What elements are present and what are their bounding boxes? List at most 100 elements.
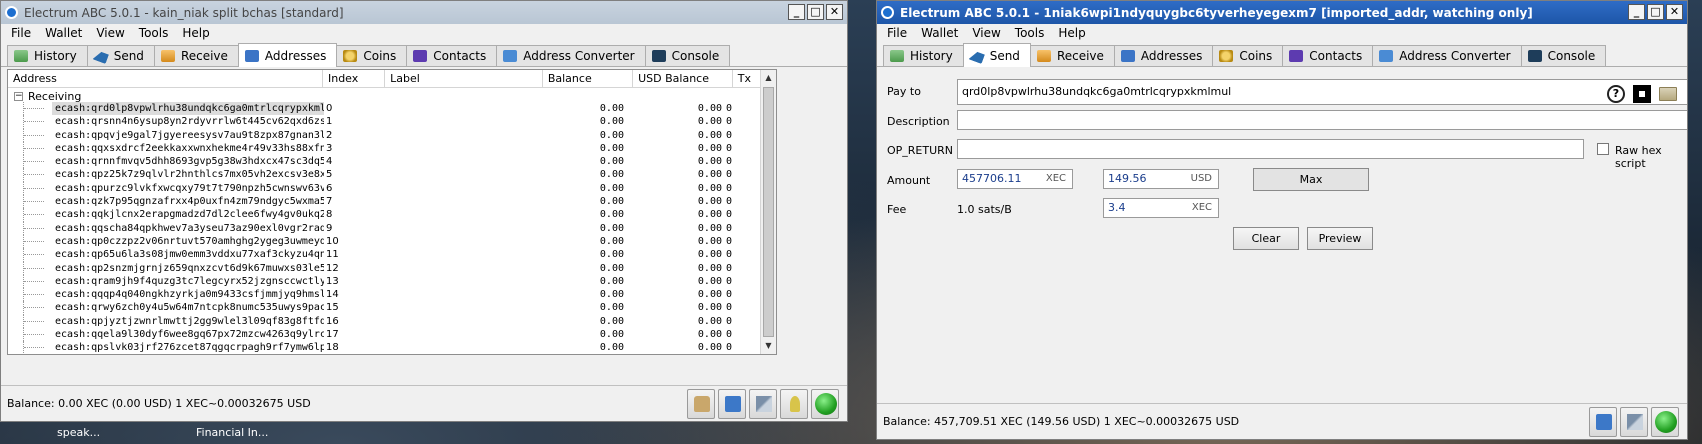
address-list[interactable]: Address Index Label Balance USD Balance … — [7, 69, 777, 355]
menu-view[interactable]: View — [966, 26, 1008, 40]
close-button[interactable]: ✕ — [826, 4, 843, 20]
tab-contacts[interactable]: Contacts — [406, 45, 498, 66]
pay-to-input[interactable]: qrd0lp8vpwlrhu38undqkc6ga0mtrlcqrypxkmlm… — [957, 79, 1687, 105]
minimize-button[interactable]: _ — [1628, 4, 1645, 20]
op-return-input[interactable] — [957, 139, 1584, 159]
amount-xec-unit: XEC — [1045, 173, 1066, 184]
amount-xec-input[interactable]: 457706.11 XEC — [957, 169, 1073, 189]
menu-bar: File Wallet View Tools Help — [877, 24, 1687, 42]
tx-count-cell: 0 — [726, 302, 733, 314]
address-row[interactable]: ecash:qp2snzmjgrnjz659qnxzcvt6d9k67muwxs… — [8, 261, 762, 275]
address-row[interactable]: ecash:qqscha84qpkhwev7a3yseu73az90exl0vg… — [8, 221, 762, 235]
network-status-icon[interactable] — [1651, 407, 1679, 437]
column-header-usd-balance[interactable]: USD Balance — [633, 70, 733, 88]
tab-send[interactable]: Send — [86, 45, 155, 66]
clear-button[interactable]: Clear — [1233, 227, 1299, 250]
collapse-toggle[interactable]: − — [14, 91, 23, 101]
address-row[interactable]: ecash:qrwy6zch0y4u5w64m7ntcpk8numc535uwy… — [8, 301, 762, 315]
address-row[interactable]: ecash:qqkjlcnx2erapgmadzd7dl2clee6fwy4gv… — [8, 208, 762, 222]
address-row[interactable]: ecash:qpqvje9gal7jgyereesysv7au9t8zpx87g… — [8, 128, 762, 142]
tools-icon[interactable] — [1620, 407, 1648, 437]
tx-count-cell: 0 — [726, 116, 733, 128]
menu-tools[interactable]: Tools — [1009, 26, 1053, 40]
minimize-button[interactable]: _ — [788, 4, 805, 20]
preview-button[interactable]: Preview — [1307, 227, 1373, 250]
taskbar-item[interactable]: speak... — [57, 426, 100, 439]
address-row[interactable]: ecash:qzk7p95qgnzafrxx4p0uxfn4zm79ndgyc5… — [8, 195, 762, 209]
usd-balance-cell: 0.00 — [697, 302, 722, 314]
description-input[interactable] — [957, 110, 1687, 130]
tab-coins[interactable]: Coins — [336, 45, 408, 66]
help-icon[interactable]: ? — [1607, 85, 1625, 103]
column-header-label[interactable]: Label — [385, 70, 543, 88]
scroll-down-arrow-icon[interactable]: ▼ — [761, 338, 776, 354]
tab-address-converter[interactable]: Address Converter — [1372, 45, 1522, 66]
tab-history[interactable]: History — [7, 45, 88, 66]
balance-cell: 0.00 — [599, 235, 624, 247]
usd-balance-cell: 0.00 — [697, 235, 722, 247]
address-row[interactable]: ecash:qram9jh9f4quzg3tc7legcyrx52jzgnscc… — [8, 274, 762, 289]
max-button[interactable]: Max — [1253, 168, 1369, 191]
address-row[interactable]: ecash:qpjyztjzwnrlmwttj2gg9wlel3l09qf83g… — [8, 314, 762, 329]
lock-icon[interactable] — [687, 389, 715, 419]
address-row[interactable]: ecash:qrnnfmvqv5dhh8693gvp5g38w3hdxcx47s… — [8, 155, 762, 169]
address-row[interactable]: ecash:qpz25k7z9qlvlr2hnthlcs7mx05vh2excs… — [8, 168, 762, 182]
usd-balance-cell: 0.00 — [697, 329, 722, 341]
tab-receive[interactable]: Receive — [153, 45, 239, 66]
taskbar-item[interactable]: Financial In... — [196, 426, 268, 439]
column-header-address[interactable]: Address — [8, 70, 323, 88]
fee-input[interactable]: 3.4 XEC — [1103, 198, 1219, 218]
menu-wallet[interactable]: Wallet — [915, 26, 966, 40]
raw-hex-checkbox[interactable] — [1597, 143, 1609, 155]
scroll-thumb[interactable] — [763, 87, 774, 337]
address-row[interactable]: ecash:qp65u6la3s08jmw0emm3vddxu77xaf3cky… — [8, 248, 762, 262]
tab-console[interactable]: Console — [1520, 45, 1607, 66]
tab-addresses[interactable]: Addresses — [1113, 45, 1214, 66]
maximize-button[interactable]: □ — [807, 4, 824, 20]
tab-contacts[interactable]: Contacts — [1282, 45, 1374, 66]
tab-address-converter[interactable]: Address Converter — [496, 45, 646, 66]
preferences-icon[interactable] — [718, 389, 746, 419]
column-header-index[interactable]: Index — [323, 70, 386, 88]
tab-history[interactable]: History — [883, 45, 964, 66]
electrum-logo-icon — [881, 6, 894, 19]
title-bar[interactable]: Electrum ABC 5.0.1 - kain_niak split bch… — [1, 1, 847, 24]
address-row[interactable]: ecash:qqxsxdrcf2eekkaxxwnxhekme4r49v33hs… — [8, 141, 762, 156]
tx-count-cell: 0 — [726, 103, 733, 114]
menu-help[interactable]: Help — [176, 26, 217, 40]
menu-wallet[interactable]: Wallet — [39, 26, 90, 40]
tools-icon[interactable] — [749, 389, 777, 419]
address-row[interactable]: ecash:qpurzc9lvkfxwcqxy79t7t790npzh5cwns… — [8, 181, 762, 196]
tab-send[interactable]: Send — [962, 43, 1031, 67]
tab-addresses[interactable]: Addresses — [237, 43, 338, 67]
address-row[interactable]: ecash:qqqp4q040ngkhzyrkja0m9433csfjmmjyq… — [8, 288, 762, 302]
qr-code-icon[interactable] — [1633, 85, 1651, 103]
column-header-balance[interactable]: Balance — [543, 70, 634, 88]
maximize-button[interactable]: □ — [1647, 4, 1664, 20]
close-button[interactable]: ✕ — [1666, 4, 1683, 20]
tab-coins[interactable]: Coins — [1212, 45, 1284, 66]
menu-view[interactable]: View — [90, 26, 132, 40]
seed-icon[interactable] — [780, 389, 808, 419]
tab-console[interactable]: Console — [644, 45, 731, 66]
network-status-icon[interactable] — [811, 389, 839, 419]
scroll-up-arrow-icon[interactable]: ▲ — [761, 70, 776, 86]
receiving-group-row[interactable]: − Receiving — [14, 90, 81, 103]
preferences-icon[interactable] — [1589, 407, 1617, 437]
send-icon — [968, 47, 986, 64]
amount-usd-input[interactable]: 149.56 USD — [1103, 169, 1219, 189]
menu-file[interactable]: File — [5, 26, 39, 40]
tab-bar: History Send Receive Addresses Coins Con… — [877, 43, 1687, 67]
address-row[interactable]: ecash:qpslvk03jrf276zcet87qgqcrpagh9rf7y… — [8, 341, 762, 354]
address-row[interactable]: ecash:qrsnn4n6ysup8yn2rdyvrrlw6t445cv62q… — [8, 115, 762, 129]
tab-receive[interactable]: Receive — [1029, 45, 1115, 66]
menu-tools[interactable]: Tools — [133, 26, 177, 40]
folder-icon[interactable] — [1659, 87, 1677, 101]
menu-help[interactable]: Help — [1052, 26, 1093, 40]
menu-file[interactable]: File — [881, 26, 915, 40]
address-row[interactable]: ecash:qrd0lp8vpwlrhu38undqkc6ga0mtrlcqry… — [8, 102, 762, 116]
address-row[interactable]: ecash:qqela9l30dyf6wee8gq67px72mzcw4263q… — [8, 328, 762, 342]
address-row[interactable]: ecash:qp0czzpz2v06nrtuvt570amhghg2ygeg3u… — [8, 234, 762, 249]
vertical-scrollbar[interactable]: ▲ ▼ — [760, 70, 776, 354]
title-bar[interactable]: Electrum ABC 5.0.1 - 1niak6wpi1ndyquygbc… — [877, 1, 1687, 24]
